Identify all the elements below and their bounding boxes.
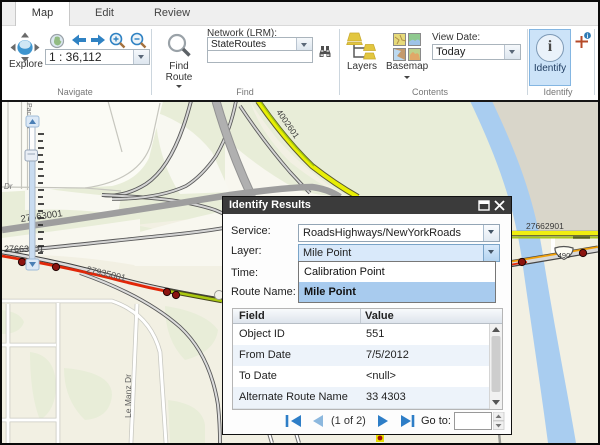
svg-text:Dr: Dr bbox=[4, 182, 13, 191]
svg-text:490: 490 bbox=[558, 251, 571, 260]
svg-text:Le Manz Dr: Le Manz Dr bbox=[123, 374, 133, 418]
svg-text:27662901: 27662901 bbox=[526, 221, 564, 231]
